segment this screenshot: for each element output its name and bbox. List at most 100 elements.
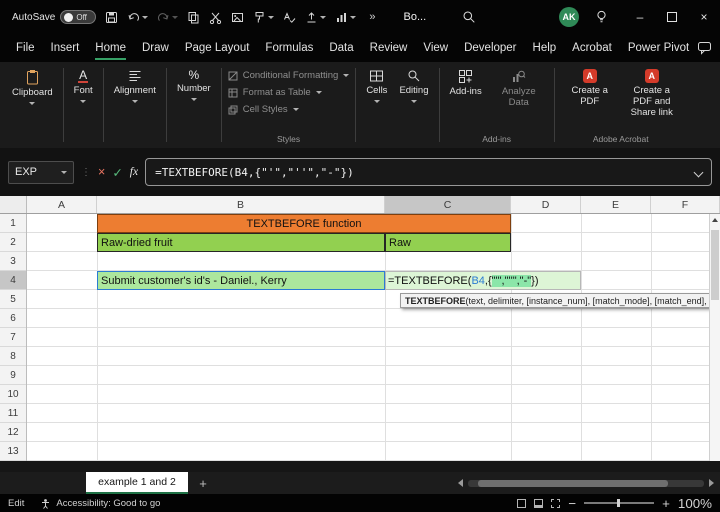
horizontal-scrollbar-thumb[interactable]	[478, 479, 668, 487]
zoom-slider-thumb[interactable]	[617, 499, 621, 507]
expand-formula-bar-icon[interactable]	[693, 167, 704, 178]
menu-tab-review[interactable]: Review	[362, 34, 416, 62]
minimize-button[interactable]: –	[624, 0, 656, 34]
column-header-e[interactable]: E	[581, 196, 651, 213]
row-header[interactable]: 13	[0, 442, 26, 461]
column-header-c[interactable]: C	[385, 196, 511, 213]
zoom-out-button[interactable]: −	[568, 496, 576, 511]
menu-tab-draw[interactable]: Draw	[134, 34, 177, 62]
row-header[interactable]: 10	[0, 385, 26, 404]
cell-c4-formula-edit[interactable]: =TEXTBEFORE(B4 ,{"'","''","-"})	[385, 271, 581, 290]
cell-b1-title-banner[interactable]: TEXTBEFORE function	[97, 214, 511, 233]
page-break-view-icon[interactable]	[551, 498, 561, 508]
cells-button[interactable]: Cells	[360, 65, 393, 105]
undo-button[interactable]	[127, 11, 149, 24]
accessibility-status[interactable]: Accessibility: Good to go	[40, 498, 160, 509]
toolbar-overflow-button[interactable]: »	[369, 11, 375, 23]
copy-button[interactable]	[187, 11, 200, 24]
menu-tab-page-layout[interactable]: Page Layout	[177, 34, 258, 62]
row-header[interactable]: 9	[0, 366, 26, 385]
clipboard-button[interactable]: Clipboard	[6, 65, 59, 107]
alignment-button[interactable]: Alignment	[108, 65, 162, 105]
page-layout-view-icon[interactable]	[534, 498, 544, 508]
format-as-table-button[interactable]: Format as Table	[226, 86, 324, 99]
enter-formula-button[interactable]: ✓	[112, 165, 122, 180]
chart-button[interactable]	[335, 11, 357, 24]
cell-b4[interactable]: Submit customer's id's - Daniel., Kerry	[97, 271, 385, 290]
row-header[interactable]: 7	[0, 328, 26, 347]
clipboard-icon	[26, 70, 38, 85]
row-header[interactable]: 8	[0, 347, 26, 366]
row-header[interactable]: 3	[0, 252, 26, 271]
row-header[interactable]: 11	[0, 404, 26, 423]
maximize-button[interactable]	[656, 0, 688, 34]
name-box[interactable]: EXP	[8, 160, 74, 184]
zoom-in-button[interactable]: +	[662, 496, 670, 511]
menu-tab-help[interactable]: Help	[525, 34, 565, 62]
row-header[interactable]: 5	[0, 290, 26, 309]
formula-bar-resize-handle[interactable]: ⋮	[81, 167, 91, 178]
column-header-f[interactable]: F	[651, 196, 720, 213]
menu-tab-data[interactable]: Data	[321, 34, 361, 62]
spelling-button[interactable]	[283, 11, 296, 24]
menu-tab-view[interactable]: View	[415, 34, 456, 62]
font-button[interactable]: A Font	[68, 65, 99, 105]
horizontal-scrollbar-track[interactable]	[468, 479, 704, 487]
column-header-a[interactable]: A	[27, 196, 97, 213]
menu-tab-file[interactable]: File	[8, 34, 43, 62]
sheet-tab-active[interactable]: example 1 and 2	[86, 472, 188, 494]
tooltip-signature: (text, delimiter, [instance_num], [match…	[465, 295, 707, 306]
cell-styles-button[interactable]: Cell Styles	[226, 103, 301, 116]
vertical-scrollbar[interactable]	[709, 214, 720, 461]
column-header-d[interactable]: D	[511, 196, 581, 213]
close-button[interactable]: ×	[688, 0, 720, 34]
row-header[interactable]: 2	[0, 233, 26, 252]
scroll-up-button[interactable]	[710, 214, 720, 226]
cancel-formula-button[interactable]: ×	[98, 165, 105, 179]
scroll-right-icon[interactable]	[709, 479, 714, 487]
horizontal-scrollbar[interactable]	[458, 478, 714, 488]
add-sheet-button[interactable]: +	[188, 472, 218, 494]
save-button[interactable]	[105, 11, 118, 24]
cell-c2[interactable]: Raw	[385, 233, 511, 252]
comments-button[interactable]	[697, 41, 712, 55]
conditional-formatting-button[interactable]: Conditional Formatting	[226, 69, 352, 82]
cell-b2[interactable]: Raw-dried fruit	[97, 233, 385, 252]
menu-tab-home[interactable]: Home	[87, 34, 134, 62]
select-all-corner[interactable]	[0, 196, 27, 213]
menu-tab-developer[interactable]: Developer	[456, 34, 524, 62]
column-header-b[interactable]: B	[97, 196, 385, 213]
addins-button[interactable]: Add-ins	[444, 65, 488, 100]
redo-button[interactable]	[157, 11, 179, 24]
row-header[interactable]: 12	[0, 423, 26, 442]
zoom-slider[interactable]	[584, 499, 655, 507]
normal-view-icon[interactable]	[517, 498, 527, 508]
autosave-toggle[interactable]: Off	[60, 10, 97, 24]
menu-tab-formulas[interactable]: Formulas	[257, 34, 321, 62]
row-header[interactable]: 1	[0, 214, 26, 233]
scroll-left-icon[interactable]	[458, 479, 463, 487]
menu-tab-acrobat[interactable]: Acrobat	[564, 34, 620, 62]
share-quick-button[interactable]	[305, 11, 327, 24]
sheet-grid[interactable]: TEXTBEFORE function Raw-dried fruit Raw …	[27, 214, 720, 461]
cut-button[interactable]	[209, 11, 222, 24]
row-header[interactable]: 6	[0, 309, 26, 328]
lightbulb-button[interactable]	[595, 10, 608, 24]
create-pdf-button[interactable]: A Create a PDF	[559, 65, 621, 110]
formula-input[interactable]: =TEXTBEFORE(B4,{"'","''","-"})	[145, 158, 712, 186]
menu-tab-power-pivot[interactable]: Power Pivot	[620, 34, 697, 62]
format-painter-button[interactable]	[253, 11, 275, 24]
row-header[interactable]: 4	[0, 271, 26, 290]
number-button[interactable]: % Number	[171, 65, 217, 103]
menu-tab-insert[interactable]: Insert	[43, 34, 88, 62]
cell-mode-indicator: Edit	[8, 497, 25, 509]
picture-button[interactable]	[231, 11, 244, 24]
create-pdf-share-button[interactable]: A Create a PDF and Share link	[621, 65, 683, 121]
zoom-level[interactable]: 100%	[678, 496, 712, 511]
account-avatar[interactable]: AK	[559, 7, 579, 27]
analyze-data-button[interactable]: Analyze Data	[488, 65, 550, 111]
insert-function-button[interactable]: fx	[130, 166, 138, 178]
vertical-scrollbar-thumb[interactable]	[711, 230, 719, 300]
search-button[interactable]	[462, 10, 476, 24]
editing-button[interactable]: Editing	[393, 65, 434, 105]
